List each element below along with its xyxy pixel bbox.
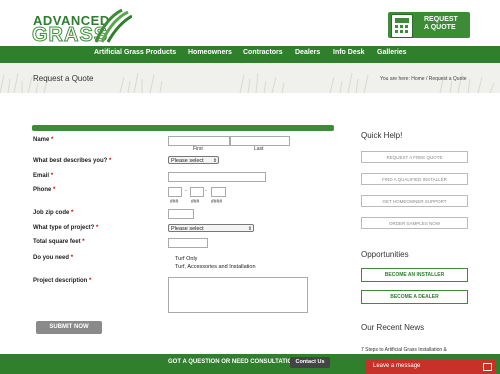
- news-item-link[interactable]: 7 Steps to Artificial Grass Installation…: [361, 347, 447, 353]
- leave-message-label[interactable]: Leave a message: [373, 363, 420, 369]
- phone-area-input[interactable]: [168, 187, 182, 197]
- nav-item-dealers[interactable]: Dealers: [295, 49, 320, 56]
- last-name-hint: Last: [254, 146, 264, 152]
- nav-item-homeowners[interactable]: Homeowners: [188, 49, 232, 56]
- need-label-text: Do you need: [33, 255, 70, 261]
- need-label: Do you need *: [33, 255, 73, 261]
- find-installer-button[interactable]: FIND A QUALIFIED INSTALLER: [361, 173, 468, 185]
- email-label: Email *: [33, 173, 53, 179]
- required-mark: *: [109, 158, 112, 164]
- project-type-select-value: Please select: [171, 226, 204, 232]
- describe-label: What best describes you? *: [33, 158, 111, 164]
- homeowner-support-button[interactable]: GET HOMEOWNER SUPPORT: [361, 195, 468, 207]
- project-type-label: What type of project? *: [33, 225, 98, 231]
- select-arrows-icon: ⇕: [247, 226, 252, 232]
- description-label: Project description *: [33, 278, 91, 284]
- sqft-input[interactable]: [168, 238, 208, 248]
- nav-item-galleries[interactable]: Galleries: [377, 49, 407, 56]
- phone-hint-prefix: ###: [191, 199, 200, 205]
- nav-item-info-desk[interactable]: Info Desk: [333, 49, 365, 56]
- zip-label-text: Job zip code: [33, 210, 70, 216]
- phone-label: Phone *: [33, 187, 55, 193]
- phone-separator: -: [205, 188, 207, 194]
- required-mark: *: [89, 278, 92, 284]
- describe-select[interactable]: Please select ⇕: [168, 156, 219, 164]
- phone-separator: -: [185, 188, 187, 194]
- request-quote-line2: A QUOTE: [424, 24, 456, 31]
- zip-label: Job zip code *: [33, 210, 73, 216]
- become-installer-button[interactable]: BECOME AN INSTALLER: [361, 268, 468, 282]
- first-name-input[interactable]: [168, 136, 230, 146]
- required-mark: *: [82, 239, 85, 245]
- name-label: Name *: [33, 137, 53, 143]
- phone-hint-area: ###: [170, 199, 179, 205]
- calculator-icon: [391, 14, 413, 38]
- required-mark: *: [70, 255, 74, 261]
- required-mark: *: [51, 137, 54, 143]
- expand-icon[interactable]: [483, 363, 492, 371]
- request-quote-line1: REQUEST: [424, 16, 458, 23]
- order-samples-button[interactable]: ORDER SAMPLES NOW: [361, 217, 468, 229]
- phone-label-text: Phone: [33, 187, 52, 193]
- sqft-label: Total square feet *: [33, 239, 85, 245]
- phone-hint-line: ####: [211, 199, 223, 205]
- project-type-label-text: What type of project?: [33, 225, 95, 231]
- description-label-text: Project description: [33, 278, 88, 284]
- sqft-label-text: Total square feet: [33, 239, 81, 245]
- description-textarea[interactable]: [168, 277, 308, 313]
- select-arrows-icon: ⇕: [212, 158, 217, 164]
- need-option-turf-only[interactable]: Turf Only: [175, 256, 197, 262]
- required-mark: *: [71, 210, 74, 216]
- consultation-question: GOT A QUESTION OR NEED CONSULTATION?: [168, 359, 301, 365]
- need-option-turf-accessories-installation[interactable]: Turf, Accessories and Installation: [175, 264, 256, 270]
- logo-swoosh-icon: [94, 8, 132, 43]
- contact-us-button[interactable]: Contact Us: [290, 357, 330, 368]
- form-header-bar: [32, 125, 334, 131]
- breadcrumb[interactable]: You are here: Home / Request a Quote: [380, 76, 467, 82]
- describe-select-value: Please select: [171, 158, 204, 164]
- nav-item-contractors[interactable]: Contractors: [243, 49, 283, 56]
- request-free-quote-button[interactable]: REQUEST A FREE QUOTE: [361, 151, 468, 163]
- email-label-text: Email: [33, 173, 50, 179]
- email-input[interactable]: [168, 172, 266, 182]
- page-title: Request a Quote: [33, 74, 94, 83]
- recent-news-heading: Our Recent News: [361, 323, 425, 332]
- phone-line-input[interactable]: [211, 187, 226, 197]
- first-name-hint: First: [193, 146, 203, 152]
- zip-input[interactable]: [168, 209, 194, 219]
- required-mark: *: [53, 187, 56, 193]
- opportunities-heading: Opportunities: [361, 250, 409, 259]
- nav-item-artificial-grass-products[interactable]: Artificial Grass Products: [94, 49, 176, 56]
- describe-label-text: What best describes you?: [33, 158, 108, 164]
- project-type-select[interactable]: Please select ⇕: [168, 224, 254, 232]
- submit-button[interactable]: SUBMIT NOW: [36, 321, 102, 334]
- last-name-input[interactable]: [230, 136, 290, 146]
- required-mark: *: [50, 173, 54, 179]
- phone-prefix-input[interactable]: [190, 187, 204, 197]
- quick-help-heading: Quick Help!: [361, 131, 403, 140]
- required-mark: *: [96, 225, 99, 231]
- become-dealer-button[interactable]: BECOME A DEALER: [361, 290, 468, 304]
- name-label-text: Name: [33, 137, 50, 143]
- request-quote-label[interactable]: REQUEST A QUOTE: [424, 16, 458, 32]
